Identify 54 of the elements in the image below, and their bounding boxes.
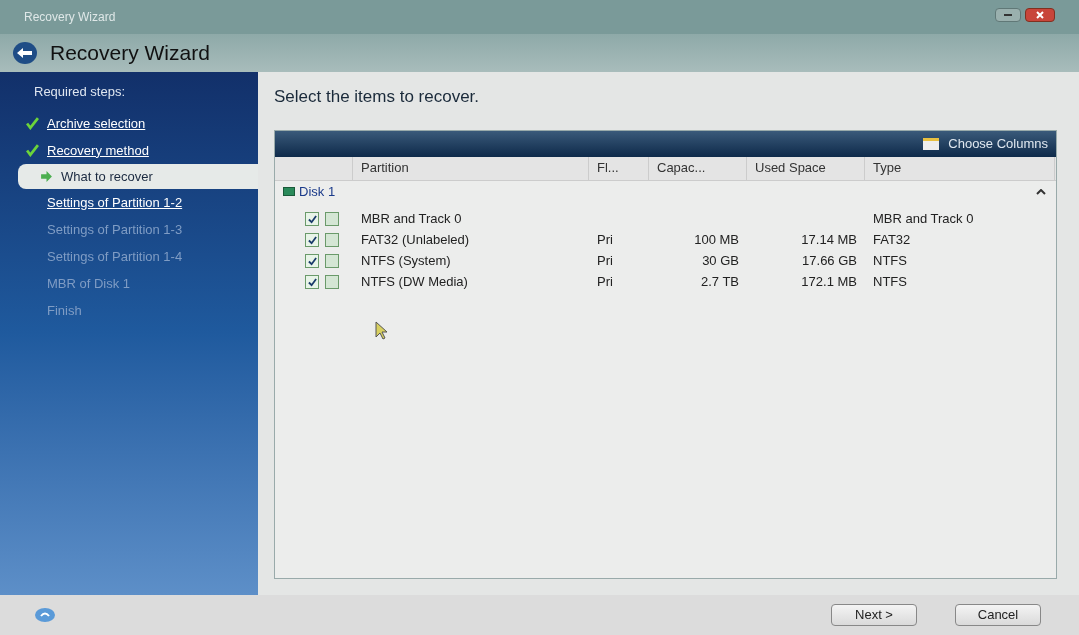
column-header[interactable]: Used Space xyxy=(747,156,865,180)
window-title: Recovery Wizard xyxy=(24,9,116,26)
cancel-button[interactable]: Cancel xyxy=(955,604,1041,626)
table-cell-text: NTFS (DW Media) xyxy=(360,273,469,292)
table-cell-text: 172.1 MB xyxy=(800,273,858,292)
checkbox[interactable] xyxy=(325,254,339,268)
table-cell-text: 17.66 GB xyxy=(801,252,858,271)
checkbox[interactable] xyxy=(305,254,319,268)
table-cell-text: 17.14 MB xyxy=(800,231,858,250)
table-cell-text: NTFS xyxy=(872,252,908,271)
page-heading: Select the items to recover. xyxy=(274,86,481,108)
check-icon xyxy=(307,256,317,266)
step-link[interactable]: Archive selection xyxy=(47,116,146,130)
table-cell-text: NTFS (System) xyxy=(360,252,452,271)
column-header[interactable]: Type xyxy=(865,156,1055,180)
checkbox[interactable] xyxy=(305,275,319,289)
collapse-caret-icon[interactable] xyxy=(1036,188,1046,195)
table-cell-text: Pri xyxy=(596,273,614,292)
table-cell-text: MBR and Track 0 xyxy=(360,210,463,229)
step-link[interactable]: Settings of Partition 1-2 xyxy=(47,195,183,209)
column-header[interactable]: Partition xyxy=(353,156,589,180)
step-link[interactable]: Recovery method xyxy=(47,143,149,157)
checkbox[interactable] xyxy=(325,275,339,289)
step-label: What to recover xyxy=(61,169,153,183)
table-cell-text: Pri xyxy=(596,252,614,271)
wizard-title: Recovery Wizard xyxy=(50,40,210,67)
group-label: Disk 1 xyxy=(299,182,336,201)
table-cell-text: 30 GB xyxy=(701,252,740,271)
arrow-icon xyxy=(40,169,53,183)
choose-columns-button[interactable]: Choose Columns xyxy=(948,133,1048,154)
table-cell-text: 100 MB xyxy=(693,231,740,250)
table-cell-text: Pri xyxy=(596,231,614,250)
table-cell-text: FAT32 xyxy=(872,231,912,250)
table-cell-text: MBR and Track 0 xyxy=(872,210,975,229)
check-icon xyxy=(26,116,39,130)
checkbox[interactable] xyxy=(325,212,339,226)
checkbox[interactable] xyxy=(305,233,319,247)
check-icon xyxy=(26,143,39,157)
column-header[interactable]: Fl... xyxy=(589,156,649,180)
table-cell-text: NTFS xyxy=(872,273,908,292)
column-header[interactable]: Capac... xyxy=(649,156,747,180)
check-icon xyxy=(307,214,317,224)
close-icon[interactable] xyxy=(1025,8,1055,22)
checkbox[interactable] xyxy=(325,233,339,247)
steps-heading: Required steps: xyxy=(33,83,127,101)
table-cell-text: 2.7 TB xyxy=(699,273,740,292)
table-cell-text: FAT32 (Unlabeled) xyxy=(360,231,471,250)
columns-icon[interactable] xyxy=(922,136,941,151)
minimize-icon[interactable] xyxy=(995,8,1021,22)
mouse-cursor-icon xyxy=(375,320,389,341)
check-icon xyxy=(307,235,317,245)
check-icon xyxy=(307,277,317,287)
checkbox[interactable] xyxy=(305,212,319,226)
next-button[interactable]: Next > xyxy=(831,604,917,626)
